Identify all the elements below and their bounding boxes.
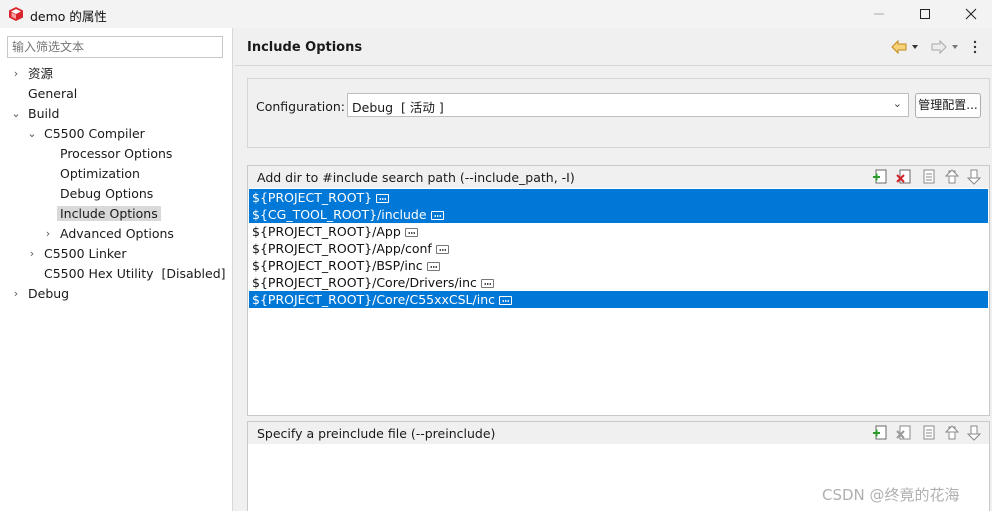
minimize-icon bbox=[874, 13, 884, 15]
title-bar: demo 的属性 bbox=[0, 0, 992, 28]
ellipsis-icon[interactable] bbox=[499, 296, 513, 305]
page-header: Include Options bbox=[235, 28, 992, 66]
list-item[interactable]: ${PROJECT_ROOT}/App/conf bbox=[249, 240, 988, 257]
preinclude-header: Specify a preinclude file (--preinclude) bbox=[248, 422, 989, 444]
include-path-label: Add dir to #include search path (--inclu… bbox=[257, 170, 575, 185]
preinclude-label: Specify a preinclude file (--preinclude) bbox=[257, 426, 496, 441]
right-panel: Include Options Configuration: Debug [活… bbox=[235, 28, 992, 511]
list-item[interactable]: ${PROJECT_ROOT} bbox=[249, 189, 988, 206]
list-item[interactable]: ${CG_TOOL_ROOT}/include bbox=[249, 206, 988, 223]
list-item-text: ${PROJECT_ROOT}/App/conf bbox=[252, 241, 432, 256]
tree-item-label: General bbox=[28, 86, 78, 101]
window-title: demo 的属性 bbox=[30, 9, 107, 24]
move-up-icon[interactable] bbox=[944, 425, 960, 440]
delete-item-icon[interactable] bbox=[896, 425, 911, 440]
list-item[interactable]: ${PROJECT_ROOT}/Core/Drivers/inc bbox=[249, 274, 988, 291]
maximize-button[interactable] bbox=[902, 0, 948, 28]
configuration-label: Configuration: bbox=[256, 99, 345, 114]
configuration-select[interactable]: Debug [ 活动 ] ⌄ bbox=[347, 93, 909, 117]
ellipsis-icon[interactable] bbox=[426, 262, 440, 271]
tree-item-label: Include Options bbox=[57, 206, 161, 221]
tree-item-label: Processor Options bbox=[60, 146, 173, 161]
ellipsis-icon[interactable] bbox=[376, 194, 390, 203]
edit-item-icon[interactable] bbox=[923, 169, 935, 184]
ellipsis-icon[interactable] bbox=[435, 245, 449, 254]
tree-item-label: Build bbox=[28, 106, 60, 121]
tree-item-debug-options[interactable]: Debug Options bbox=[60, 184, 153, 204]
ellipsis-icon[interactable] bbox=[430, 211, 444, 220]
tree-item-include-options[interactable]: Include Options bbox=[57, 204, 161, 224]
include-path-toolbar bbox=[873, 169, 982, 185]
tree-item-c5500-hex-utility[interactable]: C5500 Hex Utility [Disabled] bbox=[44, 264, 226, 284]
left-panel: › 资源 General ⌄ Build ⌄ C5500 Compiler Pr… bbox=[0, 28, 233, 511]
edit-item-icon[interactable] bbox=[923, 425, 935, 440]
chevron-right-icon[interactable]: › bbox=[42, 224, 54, 244]
tree-item-optimization[interactable]: Optimization bbox=[60, 164, 140, 184]
tree-item-label: 资源 bbox=[28, 66, 54, 81]
close-icon bbox=[965, 8, 977, 20]
tree-item-c5500-linker[interactable]: › C5500 Linker bbox=[26, 244, 127, 264]
chevron-down-icon[interactable]: ⌄ bbox=[10, 104, 22, 124]
chevron-down-icon: ⌄ bbox=[892, 97, 902, 110]
ellipsis-icon[interactable] bbox=[480, 279, 494, 288]
page-title: Include Options bbox=[247, 40, 363, 55]
close-button[interactable] bbox=[948, 0, 992, 28]
list-item-text: ${PROJECT_ROOT}/BSP/inc bbox=[252, 258, 423, 273]
forward-arrow-icon[interactable] bbox=[931, 39, 947, 55]
chevron-down-icon[interactable]: ⌄ bbox=[26, 124, 38, 144]
list-item-text: ${PROJECT_ROOT}/Core/C55xxCSL/inc bbox=[252, 292, 496, 307]
chevron-right-icon[interactable]: › bbox=[10, 64, 22, 84]
list-item-text: ${PROJECT_ROOT}/App bbox=[252, 224, 401, 239]
tree-item-label: Optimization bbox=[60, 166, 140, 181]
navigation-toolbar bbox=[891, 39, 977, 55]
chevron-right-icon[interactable]: › bbox=[10, 284, 22, 304]
tree-item-label: Debug bbox=[28, 286, 70, 301]
more-options-icon[interactable] bbox=[973, 40, 977, 54]
ellipsis-icon[interactable] bbox=[404, 228, 418, 237]
tree-item-label: Debug Options bbox=[60, 186, 154, 201]
tree-item-processor-options[interactable]: Processor Options bbox=[60, 144, 172, 164]
preinclude-toolbar bbox=[873, 425, 982, 441]
list-item[interactable]: ${PROJECT_ROOT}/App bbox=[249, 223, 988, 240]
chevron-right-icon[interactable]: › bbox=[26, 244, 38, 264]
tree-item-general[interactable]: General bbox=[28, 84, 77, 104]
forward-dropdown-icon[interactable] bbox=[952, 45, 958, 49]
back-arrow-icon[interactable] bbox=[891, 39, 907, 55]
add-item-icon[interactable] bbox=[873, 425, 887, 440]
tree-item-build[interactable]: ⌄ Build bbox=[10, 104, 59, 124]
watermark: CSDN @终竟的花海 bbox=[822, 486, 960, 504]
tree-item-label: C5500 Compiler bbox=[44, 126, 145, 141]
move-down-icon[interactable] bbox=[966, 169, 982, 185]
tree-item-c5500-compiler[interactable]: ⌄ C5500 Compiler bbox=[26, 124, 145, 144]
add-item-icon[interactable] bbox=[873, 169, 887, 184]
list-item[interactable]: ${PROJECT_ROOT}/Core/C55xxCSL/inc bbox=[249, 291, 988, 308]
maximize-icon bbox=[920, 9, 930, 19]
back-dropdown-icon[interactable] bbox=[912, 45, 918, 49]
tree-item-debug[interactable]: › Debug bbox=[10, 284, 69, 304]
include-path-header: Add dir to #include search path (--inclu… bbox=[248, 166, 989, 188]
configuration-group: Configuration: Debug [ 活动 ] ⌄ 管理配置... bbox=[247, 78, 990, 148]
configuration-value: Debug [ 活动 ] bbox=[352, 100, 444, 115]
move-down-icon[interactable] bbox=[966, 425, 982, 441]
list-item[interactable]: ${PROJECT_ROOT}/BSP/inc bbox=[249, 257, 988, 274]
tree-item-label: C5500 Linker bbox=[44, 246, 127, 261]
filter-input[interactable] bbox=[7, 36, 223, 58]
tree-item-label: C5500 Hex Utility [Disabled] bbox=[44, 266, 226, 281]
manage-configurations-button[interactable]: 管理配置... bbox=[915, 93, 981, 118]
list-item-text: ${PROJECT_ROOT} bbox=[252, 190, 373, 205]
list-item-text: ${PROJECT_ROOT}/Core/Drivers/inc bbox=[252, 275, 477, 290]
tree-item-resources[interactable]: › 资源 bbox=[10, 64, 53, 84]
delete-item-icon[interactable] bbox=[896, 169, 911, 184]
list-item-text: ${CG_TOOL_ROOT}/include bbox=[252, 207, 427, 222]
minimize-button[interactable] bbox=[856, 0, 902, 28]
tree-item-advanced-options[interactable]: › Advanced Options bbox=[42, 224, 174, 244]
include-path-group: Add dir to #include search path (--inclu… bbox=[247, 165, 990, 416]
move-up-icon[interactable] bbox=[944, 169, 960, 184]
app-icon bbox=[9, 7, 23, 21]
tree-item-label: Advanced Options bbox=[60, 226, 174, 241]
